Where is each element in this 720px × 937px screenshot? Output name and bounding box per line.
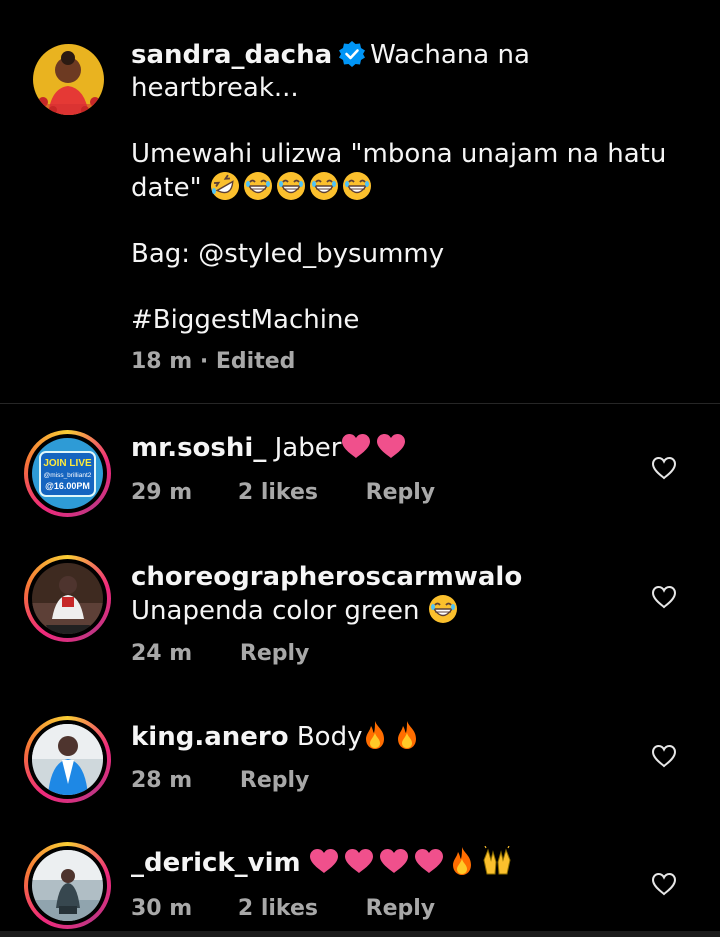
avatar-photo: JOIN LIVE @miss_brilliant2 @16.00PM — [32, 438, 103, 509]
avatar-sandra-dacha[interactable] — [33, 44, 104, 115]
caption-body: sandra_dacha Wachana na heartbreak... Ume… — [131, 39, 691, 337]
divider — [0, 403, 720, 404]
grin-sweat-emoji-icon — [243, 171, 273, 201]
pink-heart-emoji-icon — [376, 433, 406, 459]
pink-heart-emoji-icon — [414, 848, 444, 874]
verified-badge-icon — [339, 41, 366, 67]
grin-sweat-emoji-icon — [342, 171, 372, 201]
comment-meta: 30 m 2 likes Reply — [131, 896, 435, 921]
raising-hands-emoji-icon — [481, 846, 513, 876]
pink-heart-emoji-icon — [379, 848, 409, 874]
caption-hashtag[interactable]: #BiggestMachine — [131, 304, 691, 337]
grin-sweat-emoji-icon — [428, 594, 458, 624]
grin-sweat-emoji-icon — [309, 171, 339, 201]
fire-emoji-icon — [362, 720, 388, 750]
comment-item: king.anero Body 28 m Reply — [0, 712, 720, 812]
likes-count[interactable]: 2 likes — [238, 896, 318, 921]
reply-button[interactable]: Reply — [366, 896, 436, 921]
story-ring-avatar-derick-vim[interactable] — [24, 842, 111, 929]
pink-heart-emoji-icon — [309, 848, 339, 874]
comment-item: JOIN LIVE @miss_brilliant2 @16.00PM mr.s… — [0, 420, 720, 540]
comment-meta: 29 m 2 likes Reply — [131, 480, 435, 505]
comment-body: mr.soshi_ Jaber — [131, 432, 631, 465]
comment-username[interactable]: king.anero — [131, 722, 289, 752]
story-ring-avatar-mr-soshi[interactable]: JOIN LIVE @miss_brilliant2 @16.00PM — [24, 430, 111, 517]
comment-item: choreographeroscarmwalo Unapenda color g… — [0, 545, 720, 685]
caption-time: 18 m — [131, 349, 193, 374]
avatar-photo — [33, 44, 104, 115]
comment-time: 30 m — [131, 896, 193, 921]
reply-button[interactable]: Reply — [240, 641, 310, 666]
pink-heart-emoji-icon — [341, 433, 371, 459]
bottom-edge — [0, 931, 720, 937]
comment-time: 29 m — [131, 480, 193, 505]
caption-username[interactable]: sandra_dacha — [131, 40, 332, 70]
comment-username[interactable]: choreographeroscarmwalo — [131, 562, 522, 592]
comment-meta: 28 m Reply — [131, 768, 309, 793]
comment-text: Jaber — [274, 433, 342, 463]
heart-outline-icon[interactable] — [651, 456, 677, 480]
comment-time: 24 m — [131, 641, 193, 666]
avatar-photo — [32, 724, 103, 795]
pink-heart-emoji-icon — [344, 848, 374, 874]
caption-line-question: Umewahi ulizwa "mbona unajam na hatu dat… — [131, 138, 691, 205]
story-ring-avatar-king-anero[interactable] — [24, 716, 111, 803]
comment-body: choreographeroscarmwalo Unapenda color g… — [131, 561, 631, 628]
comment-text: Unapenda color green — [131, 596, 420, 626]
heart-outline-icon[interactable] — [651, 585, 677, 609]
likes-count[interactable]: 2 likes — [238, 480, 318, 505]
grin-sweat-emoji-icon — [276, 171, 306, 201]
avatar-photo — [32, 850, 103, 921]
avatar-join-live: JOIN LIVE — [43, 458, 92, 469]
reply-button[interactable]: Reply — [240, 768, 310, 793]
avatar-photo — [32, 563, 103, 634]
story-ring-avatar-choreographer[interactable] — [24, 555, 111, 642]
fire-emoji-icon — [394, 720, 420, 750]
comment-time: 28 m — [131, 768, 193, 793]
comment-item: _derick_vim 30 m 2 likes Reply — [0, 838, 720, 931]
avatar-time: @16.00PM — [45, 481, 90, 491]
meta-separator: · — [199, 349, 209, 374]
caption-bag-mention[interactable]: Bag: @styled_bysummy — [131, 238, 691, 271]
comment-text: Body — [296, 722, 363, 752]
edited-label: Edited — [215, 349, 296, 374]
reply-button[interactable]: Reply — [366, 480, 436, 505]
fire-emoji-icon — [449, 846, 475, 876]
heart-outline-icon[interactable] — [651, 744, 677, 768]
avatar-handle: @miss_brilliant2 — [44, 472, 92, 479]
comment-username[interactable]: _derick_vim — [131, 848, 301, 878]
comment-username[interactable]: mr.soshi_ — [131, 433, 266, 463]
comment-body: king.anero Body — [131, 720, 631, 754]
comment-meta: 24 m Reply — [131, 641, 309, 666]
heart-outline-icon[interactable] — [651, 872, 677, 896]
comment-body: _derick_vim — [131, 846, 631, 880]
rofl-emoji-icon — [210, 171, 240, 201]
post-caption: sandra_dacha Wachana na heartbreak... Ume… — [0, 0, 720, 404]
caption-meta: 18 m · Edited — [131, 349, 295, 374]
